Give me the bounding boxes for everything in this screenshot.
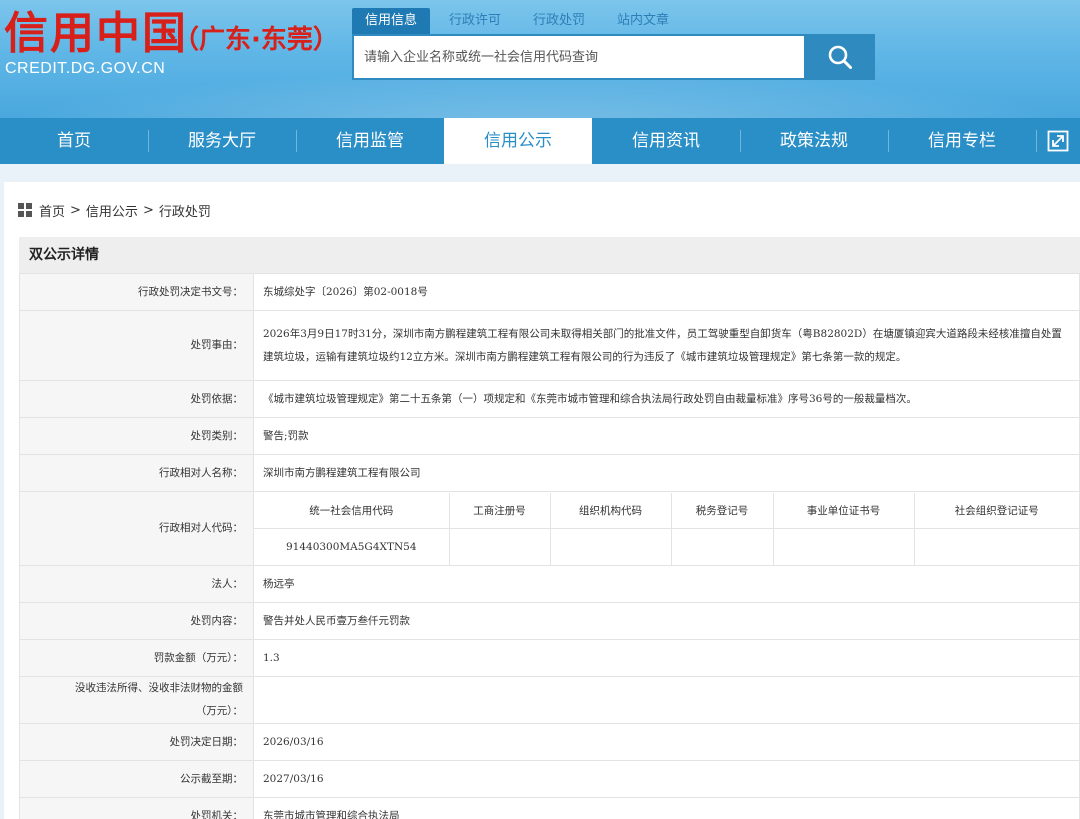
nav-item-credit-column[interactable]: 信用专栏 xyxy=(888,118,1036,164)
grid-icon xyxy=(18,203,32,217)
detail-table: 行政处罚决定书文号： 东城综处字〔2026〕第02-0018号 处罚事由： 20… xyxy=(19,273,1080,819)
site-header: 信用中国 （广东·东莞） CREDIT.DG.GOV.CN 信用信息 行政许可 … xyxy=(0,0,1080,118)
category-value: 警告;罚款 xyxy=(253,417,1080,455)
search-box xyxy=(352,34,875,80)
code-value-org-code xyxy=(550,528,672,565)
confiscation-label: 没收违法所得、没收非法财物的金额（万元）： xyxy=(19,676,254,724)
code-header-org-code: 组织机构代码 xyxy=(550,492,672,529)
public-until-value: 2027/03/16 xyxy=(253,760,1080,798)
code-header-institution-cert: 事业单位证书号 xyxy=(773,492,915,529)
nav-item-credit-disclosure[interactable]: 信用公示 xyxy=(444,118,592,164)
table-row: 罚款金额（万元）： 1.3 xyxy=(19,639,1080,677)
basis-value: 《城市建筑垃圾管理规定》第二十五条第（一）项规定和《东莞市城市管理和综合执法局行… xyxy=(253,380,1080,418)
decision-date-value: 2026/03/16 xyxy=(253,723,1080,761)
table-row: 处罚机关： 东莞市城市管理和综合执法局 xyxy=(19,797,1080,819)
table-row: 行政相对人名称： 深圳市南方鹏程建筑工程有限公司 xyxy=(19,454,1080,492)
search-tab-admin-license[interactable]: 行政许可 xyxy=(436,8,514,34)
code-value-tax-reg xyxy=(671,528,774,565)
breadcrumb-separator: > xyxy=(142,202,154,218)
category-label: 处罚类别： xyxy=(19,417,254,455)
breadcrumb-credit-disclosure[interactable]: 信用公示 xyxy=(86,201,138,220)
public-until-label: 公示截至期： xyxy=(19,760,254,798)
table-row: 处罚事由： 2026年3月9日17时31分，深圳市南方鹏程建筑工程有限公司未取得… xyxy=(19,310,1080,381)
search-tab-credit-info[interactable]: 信用信息 xyxy=(352,8,431,34)
main-content: 首页 > 信用公示 > 行政处罚 双公示详情 行政处罚决定书文号： 东城综处字〔… xyxy=(4,182,1080,819)
code-value-uscc: 91440300MA5G4XTN54 xyxy=(254,528,450,565)
table-row: 处罚内容： 警告并处人民币壹万叁仟元罚款 xyxy=(19,602,1080,640)
nav-item-home[interactable]: 首页 xyxy=(0,118,148,164)
breadcrumb-admin-penalty[interactable]: 行政处罚 xyxy=(159,201,211,220)
nav-item-policy-regulations[interactable]: 政策法规 xyxy=(740,118,888,164)
reason-value: 2026年3月9日17时31分，深圳市南方鹏程建筑工程有限公司未取得相关部门的批… xyxy=(253,310,1080,381)
decision-no-label: 行政处罚决定书文号： xyxy=(19,273,254,311)
code-value-institution-cert xyxy=(773,528,915,565)
site-logo-title[interactable]: 信用中国 xyxy=(4,8,188,60)
party-name-value: 深圳市南方鹏程建筑工程有限公司 xyxy=(253,454,1080,492)
breadcrumb-separator: > xyxy=(70,202,81,218)
nav-item-credit-news[interactable]: 信用资讯 xyxy=(592,118,740,164)
table-row: 行政处罚决定书文号： 东城综处字〔2026〕第02-0018号 xyxy=(19,273,1080,311)
search-tab-admin-penalty[interactable]: 行政处罚 xyxy=(520,8,598,34)
party-code-label: 行政相对人代码： xyxy=(19,491,254,566)
party-name-label: 行政相对人名称： xyxy=(19,454,254,492)
table-row: 公示截至期： 2027/03/16 xyxy=(19,760,1080,798)
table-row: 处罚决定日期： 2026/03/16 xyxy=(19,723,1080,761)
authority-value: 东莞市城市管理和综合执法局 xyxy=(253,797,1080,819)
code-value-social-org-cert xyxy=(914,529,1079,565)
fine-label: 罚款金额（万元）： xyxy=(19,639,254,677)
table-row: 处罚类别： 警告;罚款 xyxy=(19,417,1080,455)
decision-date-label: 处罚决定日期： xyxy=(19,723,254,761)
code-value-business-reg xyxy=(449,528,551,565)
table-row: 没收违法所得、没收非法财物的金额（万元）： xyxy=(19,676,1080,724)
table-row: 法人： 杨远亭 xyxy=(19,565,1080,603)
search-icon xyxy=(827,44,853,70)
code-header-uscc: 统一社会信用代码 xyxy=(254,492,450,529)
search-tab-site-articles[interactable]: 站内文章 xyxy=(604,8,682,34)
nav-item-service-hall[interactable]: 服务大厅 xyxy=(148,118,296,164)
reason-label: 处罚事由： xyxy=(19,310,254,381)
legal-person-value: 杨远亭 xyxy=(253,565,1080,603)
confiscation-value xyxy=(253,676,1080,724)
legal-person-label: 法人： xyxy=(19,565,254,603)
nav-item-credit-supervision[interactable]: 信用监管 xyxy=(296,118,444,164)
authority-label: 处罚机关： xyxy=(19,797,254,819)
detail-title: 双公示详情 xyxy=(19,237,1080,273)
party-code-cell: 统一社会信用代码 工商注册号 组织机构代码 税务登记号 事业单位证书号 社会组织… xyxy=(253,491,1080,566)
content-value: 警告并处人民币壹万叁仟元罚款 xyxy=(253,602,1080,640)
breadcrumb-home[interactable]: 首页 xyxy=(39,201,65,220)
nav-expand-button[interactable] xyxy=(1036,118,1080,164)
table-row: 处罚依据： 《城市建筑垃圾管理规定》第二十五条第（一）项规定和《东莞市城市管理和… xyxy=(19,380,1080,418)
code-header-social-org-cert: 社会组织登记证号 xyxy=(914,492,1079,529)
party-code-table: 统一社会信用代码 工商注册号 组织机构代码 税务登记号 事业单位证书号 社会组织… xyxy=(254,492,1079,565)
fine-value: 1.3 xyxy=(253,639,1080,677)
code-header-business-reg: 工商注册号 xyxy=(449,492,551,529)
breadcrumb: 首页 > 信用公示 > 行政处罚 xyxy=(18,200,211,220)
content-label: 处罚内容： xyxy=(19,602,254,640)
site-logo-url: CREDIT.DG.GOV.CN xyxy=(5,60,166,77)
table-row: 91440300MA5G4XTN54 xyxy=(254,528,1079,565)
site-logo-region: （广东·东莞） xyxy=(173,25,339,55)
code-header-tax-reg: 税务登记号 xyxy=(671,492,774,529)
search-tabs: 信用信息 行政许可 行政处罚 站内文章 xyxy=(352,8,688,34)
search-button[interactable] xyxy=(804,34,875,80)
main-nav: 首页 服务大厅 信用监管 信用公示 信用资讯 政策法规 信用专栏 xyxy=(0,118,1080,164)
table-row: 行政相对人代码： 统一社会信用代码 工商注册号 组织机构代码 税务登记号 事业单… xyxy=(19,491,1080,566)
search-input[interactable] xyxy=(354,36,804,78)
expand-icon xyxy=(1047,130,1069,152)
basis-label: 处罚依据： xyxy=(19,380,254,418)
decision-no-value: 东城综处字〔2026〕第02-0018号 xyxy=(253,273,1080,311)
table-row: 统一社会信用代码 工商注册号 组织机构代码 税务登记号 事业单位证书号 社会组织… xyxy=(254,492,1079,529)
